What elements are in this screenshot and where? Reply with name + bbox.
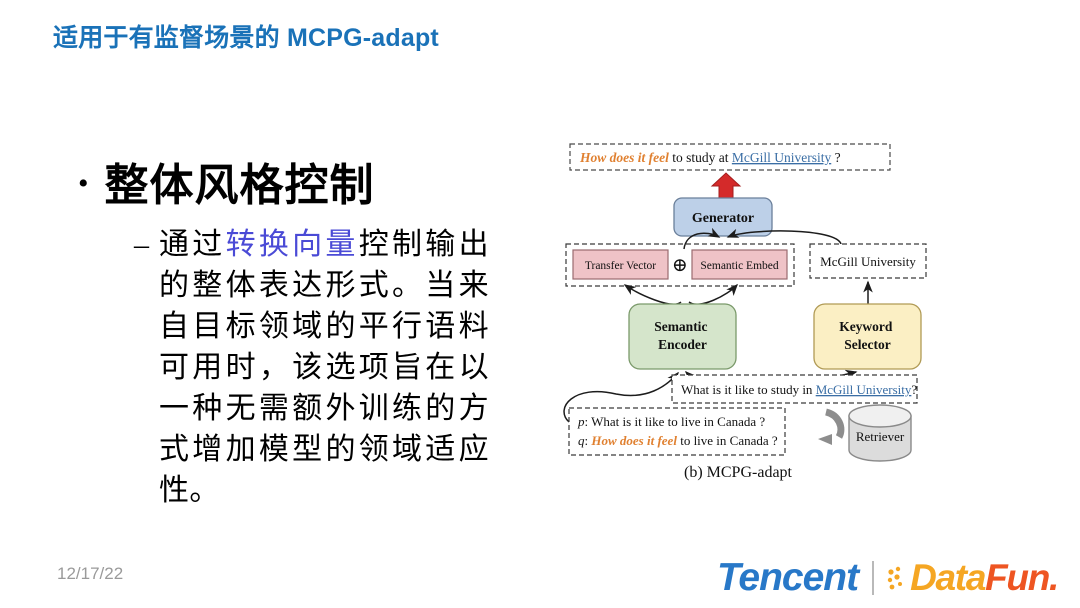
svg-text:q: How does it feel to live in: q: How does it feel to live in Canada ?: [578, 433, 778, 448]
retriever-cylinder: Retriever: [848, 404, 912, 462]
keyword-selector-line1: Keyword: [839, 319, 893, 334]
dash-glyph: –: [134, 228, 149, 261]
retriever-arrow: [818, 408, 845, 445]
output-mid-text: to study at: [669, 150, 732, 165]
bullet-level1-label: 整体风格控制: [104, 161, 375, 210]
datafun-logo: DataFun.: [886, 557, 1059, 598]
query-link-text: McGill University: [816, 382, 912, 397]
keyword-selector-line2: Selector: [844, 337, 890, 352]
footer-logos: Tencent DataFun.: [717, 556, 1059, 600]
page-title: 适用于有监督场景的 MCPG-adapt: [53, 24, 439, 52]
datafun-fun-text: Fun: [985, 557, 1050, 598]
slide-canvas: 适用于有监督场景的 MCPG-adapt • 整体风格控制 – 通过转换向量控制…: [0, 0, 1080, 608]
semantic-embed-label: Semantic Embed: [700, 260, 778, 272]
paragraph-highlight: 转换向量: [225, 228, 359, 261]
footer-date: 12/17/22: [57, 564, 124, 583]
pair-q-text: to live in Canada ?: [677, 433, 778, 448]
bullet-level2-paragraph: 通过转换向量控制输出的整体表达形式。当来自目标领域的平行语料可用时，该选项旨在以…: [159, 224, 489, 511]
transfer-vector-label: Transfer Vector: [585, 260, 656, 272]
datafun-dot-text: .: [1049, 557, 1059, 598]
svg-text:What is it like to study in Mc: What is it like to study in McGill Unive…: [681, 382, 917, 397]
bullet-glyph: •: [78, 167, 89, 200]
keyword-output-label: McGill University: [820, 254, 916, 269]
output-tail-text: ?: [831, 150, 840, 165]
query-pre-text: What is it like to study in: [681, 382, 816, 397]
mcpg-adapt-diagram: How does it feel to study at McGill Univ…: [556, 132, 966, 487]
query-tail-text: ?: [911, 382, 917, 397]
output-styled-phrase: How does it feel: [579, 150, 669, 165]
output-link-text: McGill University: [732, 150, 832, 165]
paragraph-part1: 通过: [159, 228, 226, 261]
logo-divider: [872, 561, 875, 595]
retriever-label: Retriever: [856, 429, 905, 444]
pair-p-text: What is it like to live in Canada ?: [591, 414, 765, 429]
red-generation-arrow: [710, 172, 742, 201]
tencent-logo: Tencent: [717, 556, 859, 599]
semantic-encoder-line2: Encoder: [658, 337, 707, 352]
pair-q-styled: How does it feel: [590, 433, 677, 448]
datafun-dots-icon: [887, 566, 903, 590]
bullet-level1: • 整体风格控制: [78, 158, 518, 214]
content-body: • 整体风格控制 – 通过转换向量控制输出的整体表达形式。当来自目标领域的平行语…: [78, 158, 518, 511]
svg-text:p: What is it like to live in: p: What is it like to live in Canada ?: [577, 414, 765, 429]
svg-text:How does it feel to study at M: How does it feel to study at McGill Univ…: [579, 150, 841, 165]
figure-caption: (b) MCPG-adapt: [684, 464, 793, 481]
semantic-encoder-line1: Semantic: [654, 319, 707, 334]
bullet-level2: – 通过转换向量控制输出的整体表达形式。当来自目标领域的平行语料可用时，该选项旨…: [134, 224, 518, 511]
pair-q-sep: :: [585, 433, 592, 448]
paragraph-part2: 控制输出的整体表达形式。当来自目标领域的平行语料可用时，该选项旨在以一种无需额外…: [159, 228, 489, 507]
datafun-wordmark: DataFun.: [910, 557, 1059, 598]
pair-p-sep: :: [585, 414, 592, 429]
generator-label: Generator: [692, 211, 754, 226]
plus-symbol: ⊕: [672, 255, 688, 276]
datafun-data-text: Data: [910, 557, 986, 598]
